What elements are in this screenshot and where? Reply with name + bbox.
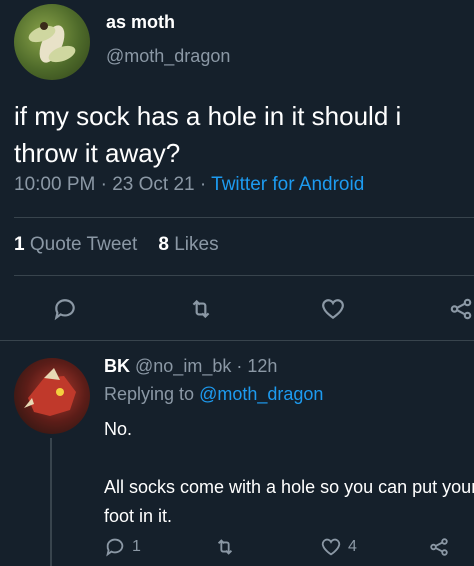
tweet-date[interactable]: 23 Oct 21 [112,174,194,195]
author-avatar[interactable] [14,4,90,80]
tweet-stats: 1 Quote Tweet 8 Likes [14,234,219,256]
reply-handle[interactable]: @no_im_bk [135,356,231,376]
likes-stat[interactable]: 8 Likes [158,234,218,255]
like-icon [322,299,344,319]
reply-count: 1 [132,538,141,555]
author-handle[interactable]: @moth_dragon [106,46,230,67]
quote-tweets-label: Quote Tweet [29,234,138,255]
reply-display-name[interactable]: BK [104,356,130,376]
thread-line [50,438,52,566]
share-icon [450,298,472,320]
replying-prefix: Replying to [104,384,195,404]
quote-tweets-stat[interactable]: 1 Quote Tweet [14,234,143,255]
meta-separator: · [100,174,107,195]
dragon-avatar-image [24,368,76,416]
reply-icon [106,538,124,557]
reply-button[interactable] [50,294,80,324]
retweet-button[interactable] [186,294,216,324]
reply-age[interactable]: 12h [247,356,277,376]
reply-text: No. All socks come with a hole so you ca… [104,419,474,526]
divider [14,217,474,218]
tweet-time[interactable]: 10:00 PM [14,174,95,195]
reply-icon [54,299,75,321]
likes-count: 8 [158,234,169,255]
reply-author-avatar[interactable] [14,358,90,434]
reply-like-button[interactable]: 4 [320,536,357,558]
tweet-text: if my sock has a hole in it should i thr… [14,101,402,168]
reply-share-button[interactable] [428,536,450,558]
share-icon [430,538,448,556]
replying-to: Replying to @moth_dragon [104,384,323,405]
divider [14,275,474,276]
meta-separator: · [199,174,207,195]
reply-reply-button[interactable]: 1 [104,536,141,558]
retweet-icon [192,299,210,319]
like-button[interactable] [318,294,348,324]
reply-retweet-button[interactable] [214,536,236,558]
tweet-source-link[interactable]: Twitter for Android [211,174,364,195]
share-button[interactable] [446,294,474,324]
like-count: 4 [348,538,357,555]
replying-to-handle[interactable]: @moth_dragon [199,384,323,404]
retweet-icon [217,539,233,555]
likes-label: Likes [174,234,219,255]
divider [0,340,474,341]
meta-separator: · [236,356,243,376]
tweet-meta: 10:00 PM · 23 Oct 21 · Twitter for Andro… [14,174,364,196]
quote-tweets-count: 1 [14,234,25,255]
author-display-name[interactable]: as moth [106,12,175,33]
like-icon [321,538,341,556]
moth-avatar-image [28,22,76,63]
reply-header: BK @no_im_bk · 12h [104,356,277,377]
